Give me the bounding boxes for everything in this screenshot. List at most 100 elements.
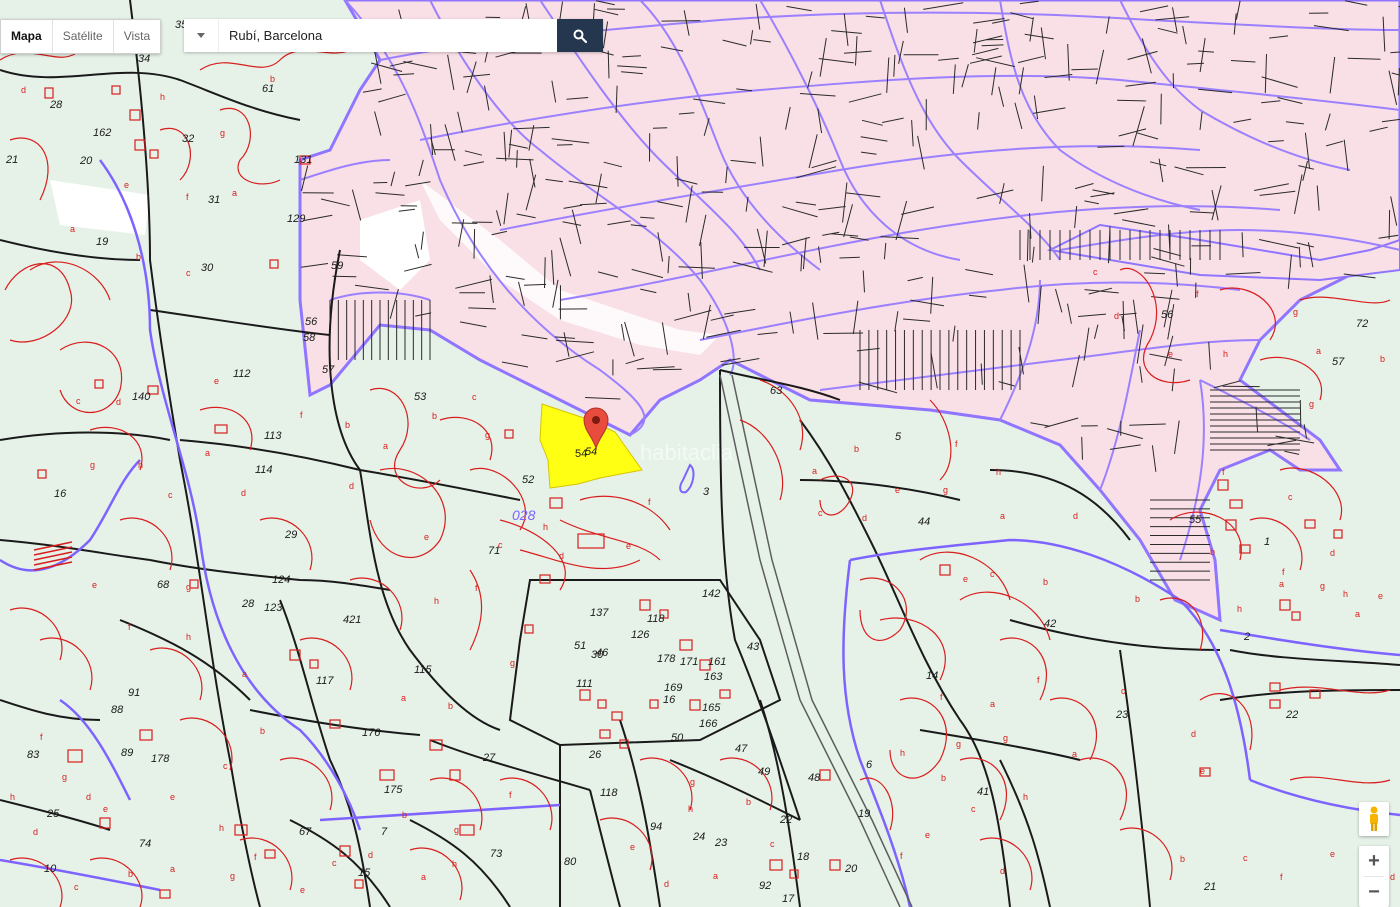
feature-letter: d [1191,729,1196,739]
feature-letter: d [1000,866,1005,876]
parcel-number-label: 92 [759,880,771,892]
parcel-number-label: 161 [708,656,726,668]
cadastral-map[interactable]: 54 028 habitaclia 35346128162 3221 20 13131… [0,0,1400,907]
feature-letter: g [485,430,490,440]
parcel-number-label: 175 [384,784,403,796]
parcel-number-label: 26 [588,749,602,761]
feature-letter: b [854,444,859,454]
feature-letter: g [62,772,67,782]
parcel-number-label: 83 [27,749,40,761]
feature-letter: h [160,92,165,102]
parcel-number-label: 140 [132,391,151,403]
feature-letter: h [1343,589,1348,599]
parcel-number-label: 58 [303,332,316,344]
feature-letter: g [510,658,515,668]
feature-letter: a [205,448,210,458]
zoom-in-button[interactable]: + [1359,846,1389,876]
feature-letter: e [103,804,108,814]
parcel-number-label: 72 [1356,318,1368,330]
feature-letter: d [116,397,121,407]
parcel-number-label: 74 [139,838,151,850]
feature-letter: b [746,797,751,807]
feature-letter: h [138,460,143,470]
feature-letter: c [186,268,191,278]
parcel-line [823,332,864,334]
parcel-number-label: 118 [600,787,618,799]
parcel-number-label: 7 [381,826,388,838]
pegman-icon [1370,806,1378,831]
feature-letter: c [1093,267,1098,277]
feature-letter: b [448,701,453,711]
search-input[interactable] [219,19,557,52]
parcel-line [516,150,518,168]
parcel-number-label: 57 [322,364,335,376]
parcel-line [661,20,701,22]
parcel-number-label: 63 [770,385,783,397]
parcel-number-label: 19 [96,236,108,248]
feature-letter: e [626,541,631,551]
feature-letter: h [186,632,191,642]
parcel-line [1071,68,1098,71]
feature-letter: b [1380,354,1385,364]
parcel-number-label: 44 [918,516,930,528]
feature-letter: e [124,180,129,190]
search-dropdown-button[interactable] [184,19,219,52]
parcel-line [1388,209,1391,240]
parcel-number-label: 52 [522,474,534,486]
feature-letter: b [1180,854,1185,864]
feature-letter: g [1293,307,1298,317]
feature-letter: e [424,532,429,542]
parcel-line [556,144,573,146]
parcel-number-label: 67 [299,826,312,838]
feature-letter: c [472,392,477,402]
parcel-number-label: 123 [264,602,283,614]
search-button[interactable] [557,19,603,52]
feature-letter: h [1023,792,1028,802]
feature-letter: a [1279,579,1284,589]
parcel-number-label: 49 [758,766,770,778]
parcel-line [544,257,546,289]
parcel-number-label: 89 [121,747,133,759]
feature-letter: b [260,726,265,736]
feature-letter: e [963,574,968,584]
parcel-number-label: 34 [138,53,150,65]
caret-down-icon [197,33,205,38]
parcel-number-label: 55 [1189,514,1202,526]
map-type-street-view-button[interactable]: Vista [113,20,161,53]
feature-letter: a [812,466,817,476]
parcel-number-label: 80 [564,856,577,868]
parcel-line [1299,399,1302,428]
parcel-number-label: 91 [128,687,140,699]
feature-letter: a [990,699,995,709]
feature-letter: h [434,596,439,606]
map-type-satellite-button[interactable]: Satélite [52,20,114,53]
feature-letter: h [688,804,693,814]
parcel-number-label: 131 [294,154,312,166]
parcel-number-label: 163 [704,671,723,683]
feature-letter: g [956,739,961,749]
parcel-number-label: 16 [663,694,676,706]
parcel-line [1160,93,1162,125]
feature-letter: d [1330,548,1335,558]
feature-letter: a [1316,346,1321,356]
feature-letter: h [1237,604,1242,614]
feature-letter: h [900,748,905,758]
parcel-number-label: 2 [1243,631,1250,643]
parcel-line [652,127,668,129]
feature-letter: e [1378,591,1383,601]
parcel-number-label: 94 [650,821,662,833]
parcel-number-label: 17 [782,893,795,905]
feature-letter: a [242,669,247,679]
map-type-control: Mapa Satélite Vista [0,19,162,54]
feature-letter: c [74,882,79,892]
parcel-number-label: 22 [779,814,792,826]
parcel-number-label: 129 [287,213,305,225]
map-type-mapa-button[interactable]: Mapa [1,20,53,53]
search-icon [573,29,587,43]
parcel-line [473,228,476,259]
parcel-number-label: 27 [482,752,496,764]
feature-letter: g [186,582,191,592]
street-view-pegman[interactable] [1359,802,1389,836]
feature-letter: b [136,252,141,262]
zoom-out-button[interactable]: − [1359,877,1389,907]
